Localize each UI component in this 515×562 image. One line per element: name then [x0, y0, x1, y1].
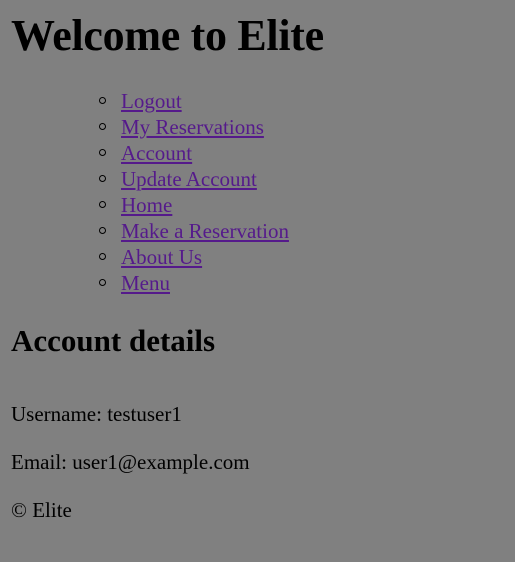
home-link[interactable]: Home	[121, 193, 172, 217]
nav-item-logout: Logout	[11, 88, 504, 114]
about-us-link[interactable]: About Us	[121, 245, 202, 269]
nav-item-my-reservations: My Reservations	[11, 114, 504, 140]
update-account-link[interactable]: Update Account	[121, 167, 257, 191]
nav-item-about-us: About Us	[11, 244, 504, 270]
footer-copyright: © Elite	[11, 498, 72, 522]
nav-item-home: Home	[11, 192, 504, 218]
circle-bullet-icon	[99, 227, 106, 234]
nav-item-menu: Menu	[11, 270, 504, 296]
account-link[interactable]: Account	[121, 141, 192, 165]
menu-link[interactable]: Menu	[121, 271, 170, 295]
nav-item-account: Account	[11, 140, 504, 166]
circle-bullet-icon	[99, 149, 106, 156]
circle-bullet-icon	[99, 175, 106, 182]
circle-bullet-icon	[99, 201, 106, 208]
account-details-heading: Account details	[11, 323, 216, 358]
nav-item-make-reservation: Make a Reservation	[11, 218, 504, 244]
circle-bullet-icon	[99, 123, 106, 130]
logout-link[interactable]: Logout	[121, 89, 182, 113]
my-reservations-link[interactable]: My Reservations	[121, 115, 264, 139]
main-nav: Logout My Reservations Account Update Ac…	[11, 88, 504, 296]
page-title: Welcome to Elite	[11, 11, 324, 60]
circle-bullet-icon	[99, 253, 106, 260]
page-content: Welcome to Elite Logout My Reservations …	[0, 10, 515, 360]
username-text: Username: testuser1	[11, 402, 182, 426]
make-reservation-link[interactable]: Make a Reservation	[121, 219, 289, 243]
circle-bullet-icon	[99, 97, 106, 104]
nav-item-update-account: Update Account	[11, 166, 504, 192]
circle-bullet-icon	[99, 279, 106, 286]
email-text: Email: user1@example.com	[11, 450, 250, 474]
